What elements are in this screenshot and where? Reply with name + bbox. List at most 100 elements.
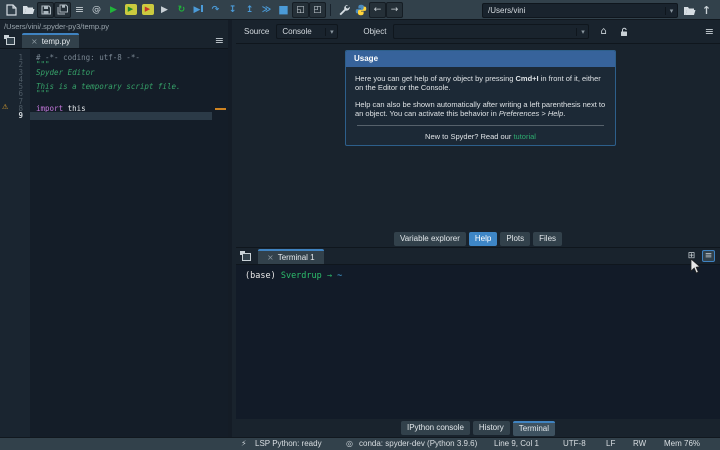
continue-glyph: ≫ — [261, 4, 272, 15]
lsp-status: LSP Python: ready — [255, 439, 322, 448]
code-line: 7 — [0, 97, 228, 105]
home-icon[interactable]: ⌂ — [600, 26, 606, 37]
close-icon[interactable]: × — [31, 37, 38, 46]
tutorial-link[interactable]: tutorial — [513, 132, 536, 141]
maximize-pane-icon[interactable]: ◱ — [292, 1, 309, 18]
tab-variable-explorer[interactable]: Variable explorer — [393, 231, 466, 246]
code-editor[interactable]: 1 # -*- coding: utf-8 -*- 2 """ 3 Spyder Ed… — [0, 49, 228, 437]
save-all-icon[interactable] — [54, 1, 71, 18]
back-icon[interactable]: ← — [369, 1, 386, 18]
step-into-icon[interactable]: ↧ — [224, 2, 241, 18]
tab-temp-py[interactable]: × temp.py — [22, 33, 80, 48]
rerun-cell-icon[interactable]: ↻ — [173, 2, 190, 18]
chevron-down-icon[interactable]: ▾ — [325, 27, 337, 36]
editor-options-menu-icon[interactable]: ≡ — [215, 34, 224, 47]
conda-env-status[interactable]: conda: spyder-dev (Python 3.9.6) — [359, 438, 477, 450]
spyder-window: ≡ @ ▶ ▶ ▶ ▶ ↻ ▶ ↷ ↧ ↥ ≫ ■ ◱ ◰ ← → /Users… — [0, 0, 720, 450]
warning-icon: ⚠ — [2, 103, 9, 112]
debug-glyph: ▶ — [194, 5, 204, 15]
help-options-menu-icon[interactable]: ≡ — [705, 25, 714, 38]
debug-continue-icon[interactable]: ≫ — [258, 2, 275, 18]
terminal-content[interactable]: (base) Sverdrup → ~ — [236, 265, 720, 419]
lines-glyph: ≡ — [74, 3, 85, 16]
run-glyph: ▶ — [110, 4, 117, 15]
editor-tabbar: × temp.py ≡ — [0, 32, 228, 49]
tab-help[interactable]: Help — [468, 231, 498, 246]
debug-stop-icon[interactable]: ■ — [275, 2, 292, 18]
run-selection-icon[interactable]: ▶ — [156, 2, 173, 18]
step-over-icon[interactable]: ↷ — [207, 2, 224, 18]
code-line: 3 Spyder Editor — [0, 67, 228, 77]
prompt-path: ~ — [337, 271, 343, 281]
cursor-position-status: Line 9, Col 1 — [494, 439, 539, 448]
chevron-down-icon[interactable]: ▾ — [576, 27, 588, 36]
tab-label: temp.py — [41, 37, 71, 46]
up-arrow-glyph: ↑ — [701, 3, 712, 17]
shortcut-cmd-i: Cmd+I — [515, 74, 539, 83]
python-path-icon[interactable] — [352, 2, 369, 18]
line-text: # -*- coding: utf-8 -*- — [36, 53, 140, 62]
browse-directory-icon[interactable] — [681, 2, 698, 18]
browse-tabs-icon[interactable] — [3, 34, 19, 47]
parent-directory-icon[interactable]: ↑ — [698, 2, 715, 18]
usage-footer: New to Spyder? Read our tutorial — [425, 132, 536, 141]
fullscreen-icon[interactable]: ◰ — [309, 1, 326, 18]
usage-divider — [357, 125, 604, 126]
open-file-icon[interactable] — [20, 2, 37, 18]
tab-ipython-console[interactable]: IPython console — [400, 421, 470, 435]
lsp-status-icon: ⚡ — [241, 439, 247, 448]
terminal-options-menu-icon[interactable]: ≡ — [702, 250, 715, 262]
tab-label: Terminal 1 — [277, 253, 315, 262]
save-file-icon[interactable] — [37, 1, 54, 18]
lower-pane-tabs: IPython console History Terminal — [236, 419, 720, 437]
run-cell-icon[interactable]: ▶ — [122, 2, 139, 18]
close-icon[interactable]: × — [267, 253, 274, 262]
line-text: """ — [36, 89, 50, 99]
run-cell-advance-icon[interactable]: ▶ — [139, 2, 156, 18]
preferences-help-ref: Preferences > Help — [498, 109, 564, 118]
step-return-icon[interactable]: ↥ — [241, 2, 258, 18]
prompt-arrow: → — [321, 271, 338, 281]
tab-files[interactable]: Files — [533, 231, 563, 246]
object-input[interactable]: ▾ — [393, 24, 590, 39]
help-options-row: Source Console ▾ Object ▾ ⌂ ≡ — [236, 20, 720, 44]
file-switcher-icon[interactable]: ≡ — [71, 2, 88, 18]
tab-terminal-1[interactable]: × Terminal 1 — [258, 249, 324, 264]
source-select[interactable]: Console ▾ — [276, 24, 339, 39]
code-line-import: ⚠ 8 import this — [0, 103, 228, 112]
run-selection-glyph: ▶ — [161, 4, 168, 15]
unlock-icon[interactable] — [620, 27, 628, 37]
run-cell-glyph: ▶ — [124, 4, 137, 15]
tab-plots[interactable]: Plots — [500, 231, 531, 246]
line-text — [30, 112, 212, 120]
source-select-value: Console — [282, 27, 312, 36]
debug-file-icon[interactable]: ▶ — [190, 2, 207, 18]
step-over-glyph: ↷ — [211, 4, 220, 15]
help-content: Usage Here you can get help of any objec… — [236, 44, 720, 230]
run-file-icon[interactable]: ▶ — [105, 2, 122, 18]
code-line: 2 """ — [0, 61, 228, 69]
current-code-line: 9 — [0, 111, 228, 121]
step-return-glyph: ↥ — [245, 4, 254, 15]
tab-history[interactable]: History — [472, 421, 510, 435]
back-glyph: ← — [373, 4, 382, 15]
browse-tabs-glyph-b — [242, 253, 251, 261]
browse-terminal-tabs-icon[interactable] — [239, 250, 255, 263]
eol-status: LF — [606, 439, 616, 448]
preferences-wrench-icon[interactable] — [335, 2, 352, 18]
forward-icon[interactable]: → — [386, 1, 403, 18]
new-file-icon[interactable] — [3, 2, 20, 18]
line-number: 9 — [18, 111, 23, 121]
fullscreen-glyph: ◰ — [313, 4, 322, 15]
line-text: This is a temporary script file. — [36, 82, 181, 92]
line-number: 6 — [18, 89, 23, 99]
line-text: Spyder Editor — [36, 67, 95, 77]
browse-tabs-glyph-b — [6, 37, 15, 45]
warning-scroll-flag[interactable] — [215, 108, 226, 110]
code-line: 5 This is a temporary script file. — [0, 82, 228, 92]
working-directory-combo[interactable]: /Users/vini ▾ — [482, 3, 678, 18]
find-symbols-icon[interactable]: @ — [88, 2, 105, 18]
chevron-down-icon[interactable]: ▾ — [665, 6, 677, 15]
line-number: 4 — [18, 74, 23, 84]
tab-terminal[interactable]: Terminal — [512, 420, 556, 436]
